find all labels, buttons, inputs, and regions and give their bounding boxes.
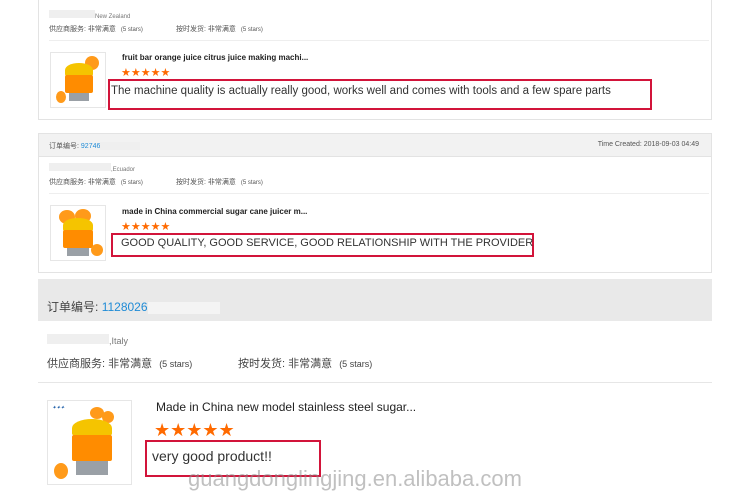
supplier-service-stars: (5 stars) [120, 27, 143, 33]
on-time-label: 按时发货: [176, 26, 206, 33]
on-time-label: 按时发货: [238, 358, 286, 370]
review-card-1: New Zealand 供应商服务: 非常满意 (5 stars) 按时发货: … [38, 0, 712, 120]
order-number-redacted [100, 142, 141, 151]
rating-row: 供应商服务: 非常满意 (5 stars) [47, 355, 192, 371]
buyer-name-redacted [49, 163, 111, 171]
buyer-country: New Zealand [95, 14, 131, 20]
buyer-country: ,Ecuador [111, 167, 136, 173]
order-number-label: 订单编号: [49, 143, 79, 150]
review-text: The machine quality is actually really g… [111, 85, 611, 97]
supplier-service-label: 供应商服务: [47, 358, 106, 370]
buyer-name-redacted [49, 10, 95, 18]
order-number-label: 订单编号: [47, 300, 99, 314]
buyer-country: ,Italy [109, 336, 129, 346]
supplier-service-label: 供应商服务: [49, 26, 86, 33]
rating-row: 供应商服务: 非常满意 (5 stars) [49, 24, 143, 34]
buyer-location: ,Italy [47, 334, 128, 346]
on-time-row: 按时发货: 非常满意 (5 stars) [176, 177, 263, 187]
buyer-location: New Zealand [49, 10, 130, 20]
supplier-service-value: 非常满意 [87, 179, 116, 186]
order-number-row: 订单编号: 92746 [49, 141, 141, 151]
watermark: guangdonglingjing.en.alibaba.com [188, 466, 522, 491]
on-time-value: 非常满意 [288, 358, 333, 370]
product-thumbnail[interactable]: ✦✦✦ [47, 400, 132, 485]
on-time-stars: (5 stars) [339, 359, 373, 369]
supplier-service-value: 非常满意 [87, 26, 116, 33]
on-time-row: 按时发货: 非常满意 (5 stars) [176, 24, 263, 34]
product-title[interactable]: Made in China new model stainless steel … [156, 400, 416, 414]
on-time-value: 非常满意 [207, 26, 236, 33]
divider [49, 193, 709, 194]
divider [49, 40, 709, 41]
review-card-2: 订单编号: 92746 Time Created: 2018-09-03 04:… [38, 133, 712, 273]
on-time-row: 按时发货: 非常满意 (5 stars) [238, 355, 372, 371]
review-text: GOOD QUALITY, GOOD SERVICE, GOOD RELATIO… [121, 237, 534, 249]
product-thumbnail[interactable] [50, 52, 106, 108]
on-time-label: 按时发货: [176, 179, 206, 186]
time-created: Time Created: 2018-09-03 04:49 [597, 141, 699, 148]
order-number-redacted [147, 301, 220, 314]
supplier-service-label: 供应商服务: [49, 179, 86, 186]
product-thumbnail[interactable] [50, 205, 106, 261]
on-time-stars: (5 stars) [240, 27, 263, 33]
on-time-value: 非常满意 [207, 179, 236, 186]
divider [38, 382, 712, 383]
product-title[interactable]: fruit bar orange juice citrus juice maki… [122, 53, 308, 62]
buyer-name-redacted [47, 334, 109, 344]
supplier-service-stars: (5 stars) [120, 180, 143, 186]
product-title[interactable]: made in China commercial sugar cane juic… [122, 207, 307, 216]
rating-stars: ★★★★★ [154, 420, 235, 440]
rating-stars: ★★★★★ [121, 221, 171, 233]
order-number-link[interactable]: 92746 [81, 143, 100, 150]
supplier-service-value: 非常满意 [108, 358, 153, 370]
on-time-stars: (5 stars) [240, 180, 263, 186]
order-number-link[interactable]: 1128026 [102, 300, 148, 314]
buyer-location: ,Ecuador [49, 163, 135, 173]
order-number-row: 订单编号: 1128026 [47, 298, 220, 315]
rating-row: 供应商服务: 非常满意 (5 stars) [49, 177, 143, 187]
supplier-service-stars: (5 stars) [159, 359, 193, 369]
rating-stars: ★★★★★ [121, 67, 171, 79]
review-text: very good product!! [152, 448, 272, 464]
